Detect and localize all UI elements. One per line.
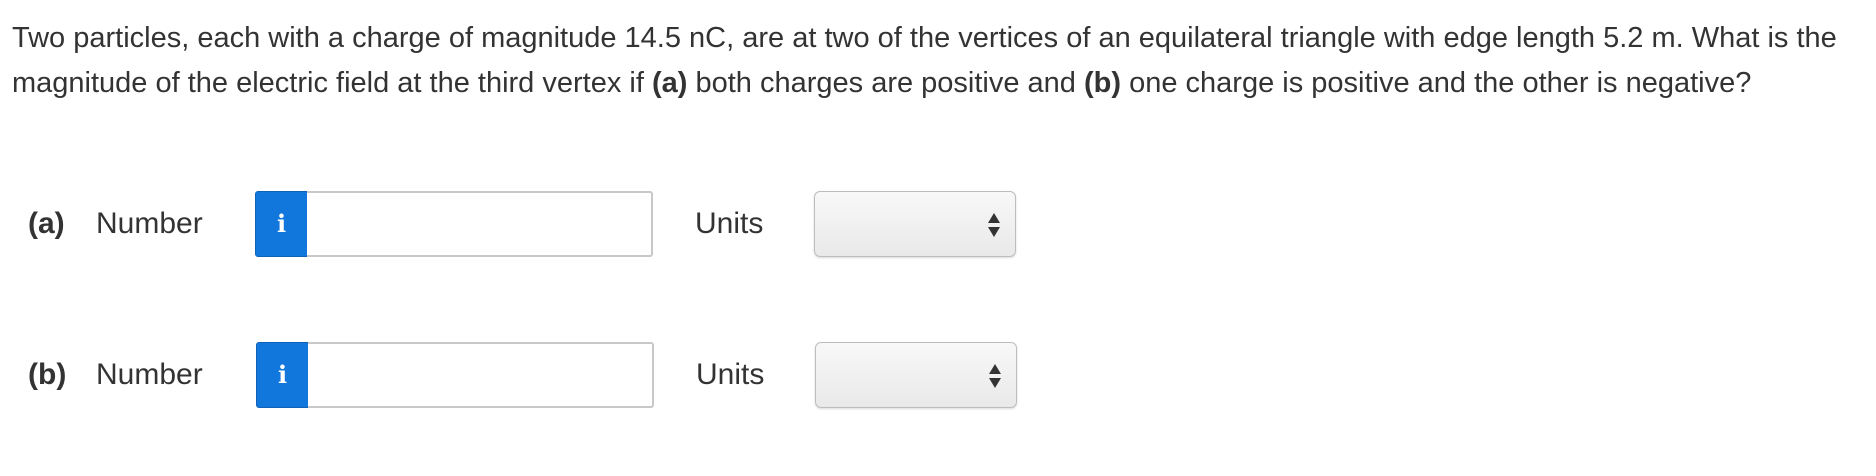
info-button[interactable]: i [255,191,308,257]
units-label: Units [695,207,764,240]
number-label: Number [96,358,203,391]
answer-row-a: (a) Number i Units [0,191,1100,257]
up-down-arrows-icon [988,213,1000,237]
question-part-b-marker: (b) [1084,67,1122,99]
units-label: Units [696,358,765,391]
part-label: (a) [28,207,65,240]
answer-row-b: (b) Number i Units [0,342,1100,408]
number-input-b[interactable] [308,342,654,408]
question-part-a-marker: (a) [651,67,688,99]
units-select-b[interactable] [815,342,1017,408]
info-button[interactable]: i [256,342,309,408]
info-icon: i [277,360,288,389]
part-label: (b) [28,358,67,391]
question-part-b-text: one charge is positive and the other is … [1121,67,1752,99]
number-input-a[interactable] [307,191,653,257]
question-text: Two particles, each with a charge of mag… [12,16,1862,106]
info-icon: i [276,209,287,238]
number-label: Number [96,207,203,240]
units-select-a[interactable] [814,191,1016,257]
question-part-a-text: both charges are positive and [687,67,1084,99]
up-down-arrows-icon [989,364,1001,388]
